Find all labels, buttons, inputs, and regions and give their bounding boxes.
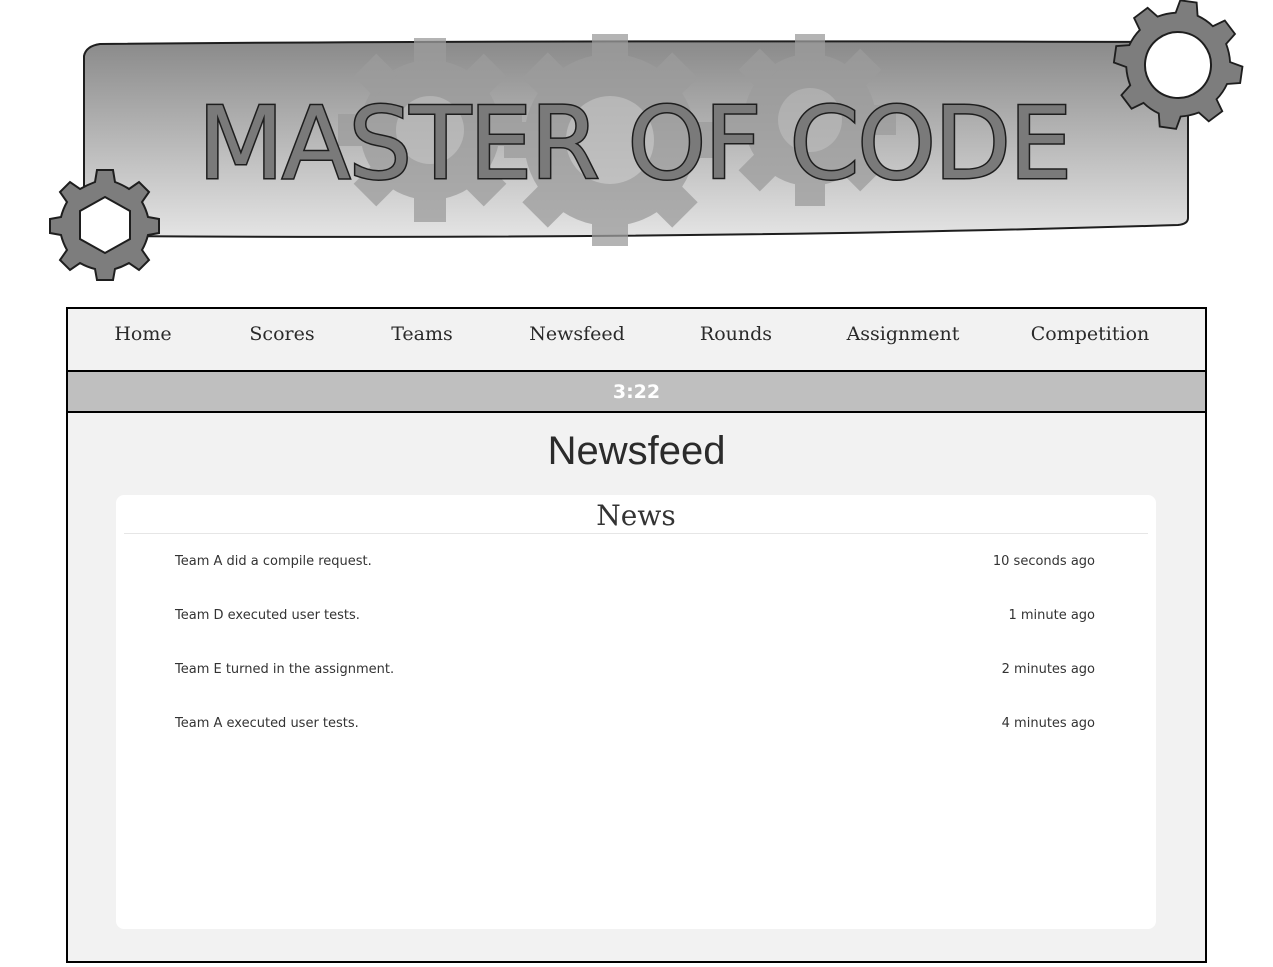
- page-title: Newsfeed: [547, 429, 726, 473]
- nav-item-rounds[interactable]: Rounds: [700, 323, 772, 345]
- news-item: Team E turned in the assignment. 2 minut…: [175, 662, 1095, 682]
- news-panel: News Team A did a compile request. 10 se…: [116, 495, 1156, 929]
- news-item-text: Team A did a compile request.: [175, 554, 372, 569]
- news-item-time: 10 seconds ago: [992, 554, 1095, 569]
- news-heading: News: [124, 495, 1148, 534]
- news-item-text: Team D executed user tests.: [175, 608, 360, 623]
- nav-item-teams[interactable]: Teams: [391, 323, 453, 345]
- banner-graphic: MASTER OF CODE: [49, 0, 1244, 281]
- main-nav: Home Scores Teams Newsfeed Rounds Assign…: [68, 309, 1205, 372]
- news-item: Team A executed user tests. 4 minutes ag…: [175, 716, 1095, 736]
- nav-item-competition[interactable]: Competition: [1031, 323, 1150, 345]
- banner-title: MASTER OF CODE: [198, 85, 1070, 202]
- news-item-time: 4 minutes ago: [1001, 716, 1095, 731]
- news-item: Team A did a compile request. 10 seconds…: [175, 554, 1095, 574]
- app-frame: Home Scores Teams Newsfeed Rounds Assign…: [66, 307, 1207, 963]
- news-item-text: Team A executed user tests.: [175, 716, 359, 731]
- nav-item-scores[interactable]: Scores: [249, 323, 314, 345]
- news-item-time: 2 minutes ago: [1001, 662, 1095, 677]
- news-item-text: Team E turned in the assignment.: [175, 662, 395, 677]
- nav-item-assignment[interactable]: Assignment: [847, 323, 960, 345]
- nav-item-newsfeed[interactable]: Newsfeed: [529, 323, 625, 345]
- nav-item-home[interactable]: Home: [114, 323, 171, 345]
- news-item-time: 1 minute ago: [1008, 608, 1095, 623]
- timer-bar: 3:22: [68, 372, 1205, 413]
- banner-logo: MASTER OF CODE: [0, 0, 1273, 290]
- countdown-timer: 3:22: [612, 380, 661, 403]
- gear-icon: [49, 169, 160, 281]
- news-item: Team D executed user tests. 1 minute ago: [175, 608, 1095, 628]
